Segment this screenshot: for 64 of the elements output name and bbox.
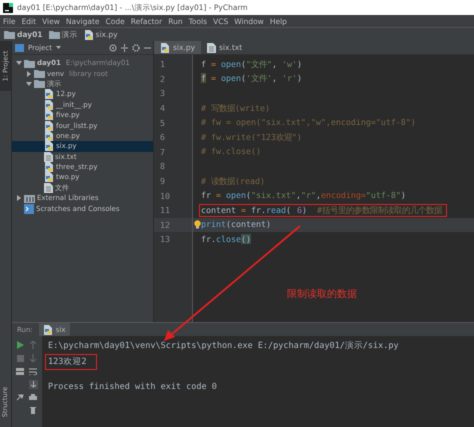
settings-icon[interactable] bbox=[132, 44, 140, 52]
panel-icon bbox=[15, 44, 24, 52]
python-file-icon bbox=[44, 100, 54, 110]
line-number: 9 bbox=[159, 176, 166, 186]
folder-icon bbox=[34, 79, 45, 88]
text-file-icon bbox=[207, 42, 216, 52]
python-file-icon bbox=[44, 172, 54, 182]
python-file-icon bbox=[160, 42, 170, 52]
code-line: f = open("文件", 'w') bbox=[200, 58, 303, 71]
line-number: 12 bbox=[159, 220, 171, 230]
run-icon[interactable] bbox=[16, 341, 24, 349]
trash-icon[interactable] bbox=[30, 406, 36, 414]
code-line: # fw.write("123欢迎") bbox=[200, 130, 303, 144]
line-number: 2 bbox=[159, 74, 166, 84]
line-number: 11 bbox=[159, 205, 171, 216]
annotation-text: 限制读取的数据 bbox=[287, 288, 357, 301]
python-file-icon bbox=[44, 141, 54, 152]
console-line: E:\pycharm\day01\venv\Scripts\python.exe E:/pycharm/day01/演示/six.py bbox=[48, 340, 399, 352]
collapsed-arrow-icon[interactable] bbox=[26, 70, 30, 77]
expanded-arrow-icon[interactable] bbox=[26, 82, 32, 86]
folder-icon bbox=[4, 30, 15, 39]
print-icon[interactable] bbox=[29, 394, 37, 400]
line-number: 3 bbox=[159, 88, 166, 98]
line-number: 7 bbox=[159, 146, 166, 157]
scroll-end-icon[interactable] bbox=[28, 380, 38, 388]
python-file-icon bbox=[44, 89, 54, 100]
line-number: 5 bbox=[159, 118, 166, 128]
python-file-icon bbox=[42, 324, 53, 334]
library-icon bbox=[24, 194, 35, 203]
app-icon bbox=[3, 2, 13, 12]
code-line: fr.close() bbox=[200, 232, 252, 246]
line-number: 13 bbox=[159, 234, 171, 244]
console-line: Process finished with exit code 0 bbox=[48, 382, 217, 392]
dropdown-caret-icon[interactable] bbox=[56, 46, 61, 49]
code-line: print(content) bbox=[200, 218, 272, 232]
python-file-icon bbox=[84, 30, 94, 40]
code-line: # 写数据(write) bbox=[200, 102, 271, 115]
line-number: 8 bbox=[159, 161, 166, 172]
python-file-icon bbox=[44, 120, 54, 131]
text-file-icon bbox=[44, 182, 53, 193]
locate-icon[interactable] bbox=[109, 44, 117, 52]
code-line: # fw = open("six.txt","w",encoding="utf-8") bbox=[200, 116, 417, 130]
pin-icon[interactable] bbox=[16, 393, 24, 401]
collapsed-arrow-icon[interactable] bbox=[16, 195, 20, 202]
line-number: 1 bbox=[159, 59, 166, 70]
folder-icon bbox=[48, 30, 60, 39]
console-line: 123欢迎2 bbox=[46, 355, 96, 369]
code-line: # fw.close() bbox=[200, 145, 262, 158]
python-file-icon bbox=[44, 162, 54, 172]
lightbulb-icon[interactable] bbox=[194, 220, 201, 230]
python-file-icon bbox=[44, 110, 54, 120]
code-line: f = open('文件', 'r') bbox=[200, 72, 303, 86]
expanded-arrow-icon[interactable] bbox=[16, 61, 22, 66]
code-line: fr = open("six.txt","r",encoding="utf-8") bbox=[200, 189, 407, 202]
layout-icon[interactable] bbox=[16, 368, 24, 374]
collapse-icon[interactable] bbox=[121, 44, 128, 52]
folder-icon bbox=[34, 69, 45, 78]
code-line: # 读数据(read) bbox=[200, 174, 266, 188]
folder-icon bbox=[24, 58, 35, 68]
line-number: 6 bbox=[159, 132, 166, 142]
wrap-icon[interactable] bbox=[29, 368, 37, 374]
line-number: 4 bbox=[159, 103, 166, 114]
line-number: 10 bbox=[159, 190, 171, 201]
console-icon bbox=[24, 204, 34, 214]
